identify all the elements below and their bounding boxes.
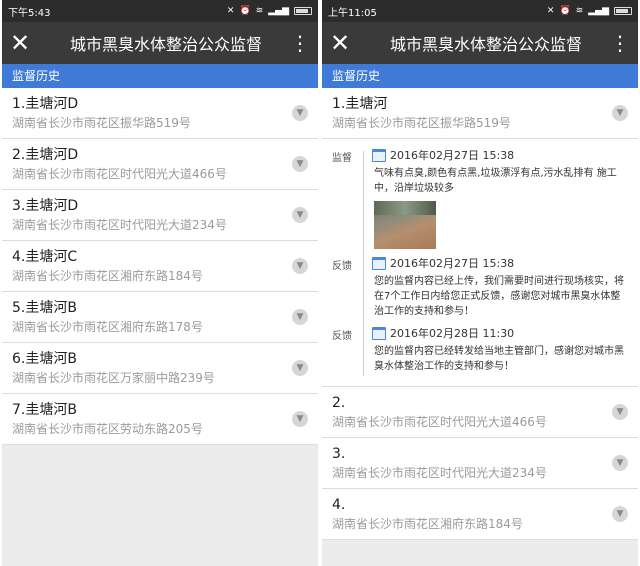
app-bar: ✕ 城市黑臭水体整治公众监督 ⋮ — [2, 22, 318, 64]
app-title: 城市黑臭水体整治公众监督 — [389, 35, 582, 54]
chevron-down-icon[interactable]: ▼ — [612, 404, 628, 420]
entry-header: 2016年02月28日 11:30 — [372, 325, 630, 341]
battery-icon — [614, 7, 632, 15]
list-item[interactable]: 1.圭塘河D 湖南省长沙市雨花区振华路519号 ▼ — [2, 88, 318, 139]
entry-header: 2016年02月27日 15:38 — [372, 147, 630, 163]
list-item[interactable]: 3.圭塘河D 湖南省长沙市雨花区时代阳光大道234号 ▼ — [2, 190, 318, 241]
phone-screen-list: 下午5:43 ✕ ⏰ ≋ ▂▄▆ ✕ 城市黑臭水体整治公众监督 ⋮ 监督历史 1… — [2, 0, 318, 566]
status-icons: ✕ ⏰ ≋ ▂▄▆ — [227, 6, 312, 16]
calendar-icon — [372, 256, 386, 270]
entry-time: 2016年02月27日 15:38 — [390, 257, 515, 270]
list-item[interactable]: 2. 湖南省长沙市雨花区时代阳光大道466号 ▼ — [322, 387, 638, 438]
overflow-menu-icon[interactable]: ⋮ — [610, 31, 630, 55]
entry-time: 2016年02月28日 11:30 — [390, 327, 515, 340]
timeline-entry: 监督 2016年02月27日 15:38 气味有点臭,颜色有点黑,垃圾漂浮有点,… — [332, 147, 630, 249]
chevron-down-icon[interactable]: ▼ — [292, 105, 308, 121]
close-button[interactable]: ✕ — [10, 22, 42, 64]
timeline: 监督 2016年02月27日 15:38 气味有点臭,颜色有点黑,垃圾漂浮有点,… — [322, 139, 638, 387]
item-address: 湖南省长沙市雨花区时代阳光大道234号 — [332, 466, 547, 480]
wifi-icon: ≋ — [575, 6, 584, 16]
item-address: 湖南省长沙市雨花区湘府东路184号 — [332, 517, 523, 531]
section-header: 监督历史 — [322, 64, 638, 88]
item-address: 湖南省长沙市雨花区万家丽中路239号 — [12, 371, 215, 385]
chevron-down-icon[interactable]: ▼ — [612, 455, 628, 471]
status-time: 下午5:43 — [8, 7, 51, 19]
signal-icon: ▂▄▆ — [268, 6, 289, 16]
status-bar: 上午11:05 ✕ ⏰ ≋ ▂▄▆ — [322, 0, 638, 22]
item-title: 4.圭塘河C — [12, 249, 78, 265]
river-photo[interactable] — [374, 201, 436, 249]
list-item[interactable]: 6.圭塘河B 湖南省长沙市雨花区万家丽中路239号 ▼ — [2, 343, 318, 394]
mute-icon: ✕ — [546, 6, 555, 16]
chevron-down-icon[interactable]: ▼ — [292, 258, 308, 274]
entry-label: 监督 — [332, 153, 352, 164]
wifi-icon: ≋ — [255, 6, 264, 16]
item-address: 湖南省长沙市雨花区振华路519号 — [332, 116, 511, 130]
entry-label: 反馈 — [332, 261, 352, 272]
list-item[interactable]: 3. 湖南省长沙市雨花区时代阳光大道234号 ▼ — [322, 438, 638, 489]
item-title: 1.圭塘河 — [332, 96, 388, 112]
item-address: 湖南省长沙市雨花区振华路519号 — [12, 116, 191, 130]
chevron-down-icon[interactable]: ▼ — [292, 207, 308, 223]
list-item[interactable]: 4.圭塘河C 湖南省长沙市雨花区湘府东路184号 ▼ — [2, 241, 318, 292]
entry-text: 气味有点臭,颜色有点黑,垃圾漂浮有点,污水乱排有 施工中，沿岸垃圾较多 — [374, 168, 617, 194]
chevron-down-icon[interactable]: ▼ — [292, 156, 308, 172]
item-title: 2. — [332, 395, 346, 411]
item-title: 3. — [332, 446, 346, 462]
item-title: 5.圭塘河B — [12, 300, 77, 316]
alarm-icon: ⏰ — [239, 6, 251, 16]
item-address: 湖南省长沙市雨花区时代阳光大道234号 — [12, 218, 227, 232]
timeline-entry: 反馈 2016年02月27日 15:38 您的监督内容已经上传，我们需要时间进行… — [332, 255, 630, 319]
status-icons: ✕ ⏰ ≋ ▂▄▆ — [547, 6, 632, 16]
item-address: 湖南省长沙市雨花区湘府东路184号 — [12, 269, 203, 283]
entry-text: 您的监督内容已经上传，我们需要时间进行现场核实，将在7个工作日内给您正式反馈，感… — [374, 276, 624, 317]
entry-time: 2016年02月27日 15:38 — [390, 149, 515, 162]
item-title: 2.圭塘河D — [12, 147, 79, 163]
entry-text: 您的监督内容已经转发给当地主管部门，感谢您对城市黑臭水体整治工作的支持和参与！ — [374, 346, 624, 372]
expanded-list-item[interactable]: 1.圭塘河 湖南省长沙市雨花区振华路519号 ▼ — [322, 88, 638, 139]
chevron-down-icon[interactable]: ▼ — [612, 105, 628, 121]
mute-icon: ✕ — [226, 6, 235, 16]
app-bar: ✕ 城市黑臭水体整治公众监督 ⋮ — [322, 22, 638, 64]
chevron-down-icon[interactable]: ▼ — [292, 309, 308, 325]
battery-icon — [294, 7, 312, 15]
overflow-menu-icon[interactable]: ⋮ — [290, 31, 310, 55]
signal-icon: ▂▄▆ — [588, 6, 609, 16]
screenshot-pair: 下午5:43 ✕ ⏰ ≋ ▂▄▆ ✕ 城市黑臭水体整治公众监督 ⋮ 监督历史 1… — [0, 0, 640, 566]
app-title: 城市黑臭水体整治公众监督 — [69, 35, 262, 54]
item-address: 湖南省长沙市雨花区时代阳光大道466号 — [12, 167, 227, 181]
phone-screen-detail: 上午11:05 ✕ ⏰ ≋ ▂▄▆ ✕ 城市黑臭水体整治公众监督 ⋮ 监督历史 … — [322, 0, 638, 566]
list-item[interactable]: 5.圭塘河B 湖南省长沙市雨花区湘府东路178号 ▼ — [2, 292, 318, 343]
item-title: 3.圭塘河D — [12, 198, 79, 214]
item-title: 7.圭塘河B — [12, 402, 77, 418]
status-bar: 下午5:43 ✕ ⏰ ≋ ▂▄▆ — [2, 0, 318, 22]
item-title: 6.圭塘河B — [12, 351, 77, 367]
item-address: 湖南省长沙市雨花区时代阳光大道466号 — [332, 415, 547, 429]
item-title: 4. — [332, 497, 346, 513]
section-header: 监督历史 — [2, 64, 318, 88]
item-title: 1.圭塘河D — [12, 96, 79, 112]
entry-label: 反馈 — [332, 331, 352, 342]
calendar-icon — [372, 326, 386, 340]
list-item[interactable]: 2.圭塘河D 湖南省长沙市雨花区时代阳光大道466号 ▼ — [2, 139, 318, 190]
chevron-down-icon[interactable]: ▼ — [292, 411, 308, 427]
list-item[interactable]: 7.圭塘河B 湖南省长沙市雨花区劳动东路205号 ▼ — [2, 394, 318, 445]
item-address: 湖南省长沙市雨花区湘府东路178号 — [12, 320, 203, 334]
list-item[interactable]: 4. 湖南省长沙市雨花区湘府东路184号 ▼ — [322, 489, 638, 540]
timeline-entry: 反馈 2016年02月28日 11:30 您的监督内容已经转发给当地主管部门，感… — [332, 325, 630, 374]
entry-header: 2016年02月27日 15:38 — [372, 255, 630, 271]
item-address: 湖南省长沙市雨花区劳动东路205号 — [12, 422, 203, 436]
status-time: 上午11:05 — [328, 7, 377, 19]
chevron-down-icon[interactable]: ▼ — [612, 506, 628, 522]
alarm-icon: ⏰ — [559, 6, 571, 16]
chevron-down-icon[interactable]: ▼ — [292, 360, 308, 376]
calendar-icon — [372, 148, 386, 162]
close-button[interactable]: ✕ — [330, 22, 362, 64]
